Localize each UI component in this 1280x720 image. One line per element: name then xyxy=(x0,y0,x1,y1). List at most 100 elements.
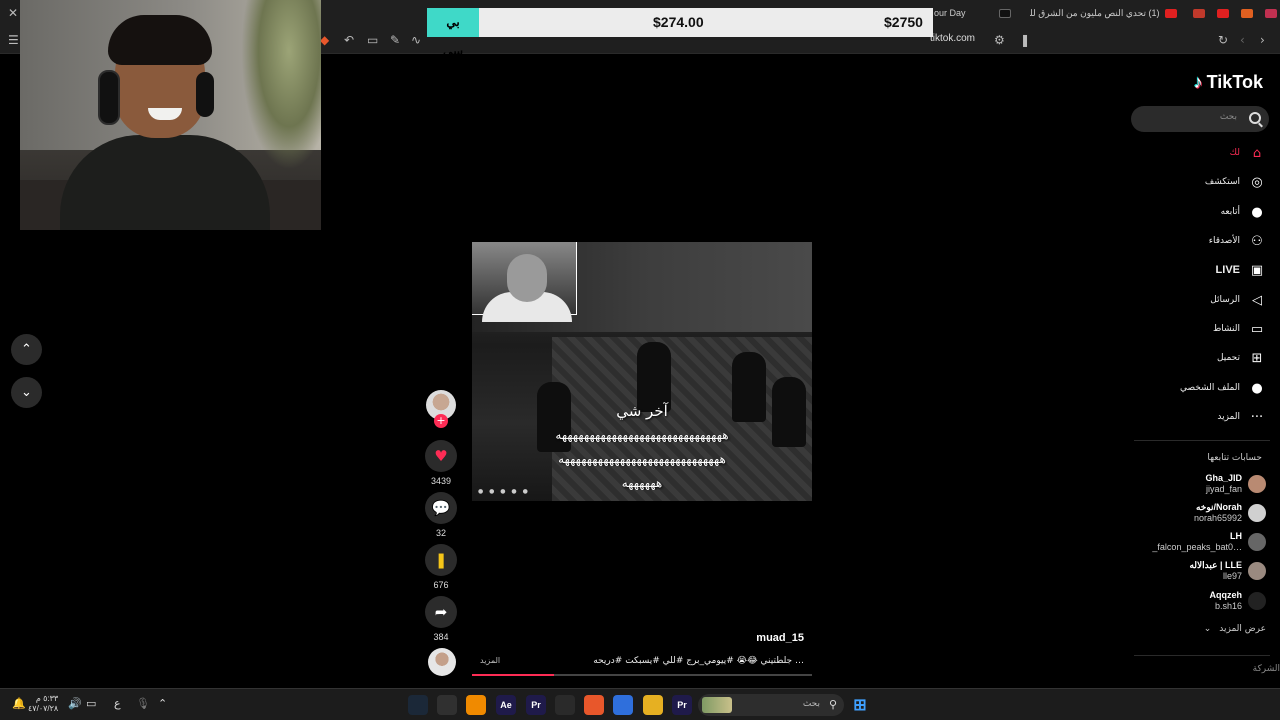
pinned-tab-icon-3[interactable] xyxy=(1265,9,1277,18)
obs-icon[interactable] xyxy=(437,695,457,715)
video-player[interactable]: آخر شي ههههههههههههههههههههههههههههههه ه… xyxy=(472,242,812,501)
brave-shield-icon[interactable]: ◆ xyxy=(320,33,329,47)
tab-our-day[interactable]: our Day xyxy=(934,4,999,23)
sidebar-item-2[interactable]: ● أتابعه xyxy=(1221,202,1266,222)
account-handle: b.sh16 xyxy=(1214,601,1242,611)
video-progress-fill xyxy=(472,674,554,676)
sidebar-item-label: الملف الشخصي xyxy=(1180,383,1240,393)
menu-icon[interactable]: ☰ xyxy=(8,33,19,47)
address-bar-url[interactable]: tiktok.com xyxy=(930,33,975,44)
undo-icon[interactable]: ↶ xyxy=(344,33,354,47)
headset-icon xyxy=(98,70,120,125)
next-video-button[interactable]: ⌄ xyxy=(11,377,42,408)
sidebar-item-4[interactable]: ▣ LIVE xyxy=(1216,260,1266,280)
premiere-2-icon[interactable]: Pr xyxy=(672,695,692,715)
search-icon[interactable] xyxy=(1249,112,1261,124)
save-button[interactable]: ❚ xyxy=(425,544,457,576)
sidebar-item-5[interactable]: ◁ الرسائل xyxy=(1210,290,1266,310)
following-account[interactable]: عبدالاله | LLE lle97 xyxy=(1189,558,1266,584)
ticker-badge: بي سي جديد xyxy=(427,8,479,87)
reload-icon[interactable]: ↻ xyxy=(1218,33,1228,47)
chevron-up-icon: ⌃ xyxy=(21,342,32,357)
pinned-tab-icon[interactable] xyxy=(1193,9,1205,18)
show-more-button[interactable]: عرض المزيد ⌄ xyxy=(1204,624,1266,634)
steam-icon[interactable] xyxy=(408,695,428,715)
pinned-tab-icon-2[interactable] xyxy=(1241,9,1253,18)
ticker-price-left: $274.00 xyxy=(653,14,704,30)
bookmark-icon[interactable]: ❚ xyxy=(1020,33,1030,47)
previous-video-button[interactable]: ⌃ xyxy=(11,334,42,365)
store-icon[interactable] xyxy=(613,695,633,715)
system-clock[interactable]: ٥:٣٣ م ٤٧/٠٧/٢٨ xyxy=(28,694,58,714)
account-name: Aqqzeh xyxy=(1209,590,1243,600)
taskbar-search[interactable]: بحث ⚲ xyxy=(698,694,844,716)
divider xyxy=(1134,440,1270,441)
sidebar-item-8[interactable]: ● الملف الشخصي xyxy=(1180,378,1266,398)
upload-plus-icon: ⊞ xyxy=(1251,350,1263,366)
bookmark-icon: ❚ xyxy=(434,551,448,569)
avatar xyxy=(1248,562,1266,580)
share-count: 384 xyxy=(433,632,449,642)
close-icon[interactable]: ✕ xyxy=(8,6,18,20)
youtube-favicon-icon xyxy=(1165,9,1177,19)
search-input[interactable]: بحث xyxy=(1131,106,1269,132)
video-username[interactable]: muad_15 xyxy=(756,632,804,644)
vlc-icon[interactable] xyxy=(466,695,486,715)
following-account[interactable]: Gha_JID jiyad_fan xyxy=(1205,471,1266,497)
tiktok-logo[interactable]: ♪ TikTok xyxy=(1194,72,1263,93)
microphone-icon[interactable]: 🎙 xyxy=(136,697,150,710)
after-effects-icon[interactable]: Ae xyxy=(496,695,516,715)
account-name: LH xyxy=(1230,531,1242,541)
premiere-icon[interactable]: Pr xyxy=(526,695,546,715)
network-icon[interactable]: ▭ xyxy=(86,697,96,710)
input-language[interactable]: ع xyxy=(114,697,121,710)
following-account[interactable]: Aqqzeh b.sh16 xyxy=(1209,588,1266,614)
comment-button[interactable]: 💬 xyxy=(425,492,457,524)
chrome-icon[interactable] xyxy=(555,695,575,715)
sidebar-item-1[interactable]: ◎ استكشف xyxy=(1205,172,1266,192)
back-icon[interactable]: › xyxy=(1260,33,1265,47)
profile-avatar-icon: ● xyxy=(1251,380,1263,396)
account-handle: _falcon_peaks_bat0… xyxy=(1152,542,1242,552)
follow-plus-button[interactable]: + xyxy=(434,414,448,428)
divider xyxy=(1134,655,1270,656)
account-handle: lle97 xyxy=(1222,571,1242,581)
sidebar-item-6[interactable]: ▭ النشاط xyxy=(1213,319,1266,339)
tab-tiktok[interactable] xyxy=(996,4,1020,23)
brave-icon[interactable] xyxy=(584,695,604,715)
sidebar-item-label: استكشف xyxy=(1204,177,1240,187)
following-account[interactable]: LH _falcon_peaks_bat0… xyxy=(1152,529,1266,555)
caption-more-link[interactable]: المزيد xyxy=(480,656,500,665)
folder-icon[interactable] xyxy=(643,695,663,715)
sidebar-item-9[interactable]: ··· المزيد xyxy=(1217,407,1266,427)
tray-overflow-icon[interactable]: ⌃ xyxy=(158,697,167,710)
video-laugh-line: هههههههههههههههههههههههههههههه xyxy=(558,452,727,466)
tab-youtube-active[interactable]: (1) تحدي النص مليون من الشرق للغرب… xyxy=(1030,4,1180,23)
chevron-down-icon: ⌄ xyxy=(1203,624,1212,634)
notification-bell-icon[interactable]: 🔔 xyxy=(12,697,26,710)
windows-start-icon[interactable]: ⊞ xyxy=(850,695,870,715)
site-settings-icon[interactable]: ⚙ xyxy=(994,33,1005,47)
sidebar-item-7[interactable]: ⊞ تحميل xyxy=(1217,348,1266,368)
sidebar-item-label: النشاط xyxy=(1212,324,1240,334)
avatar xyxy=(1248,475,1266,493)
video-facecam xyxy=(472,242,577,322)
volume-icon[interactable]: 🔊 xyxy=(68,697,82,710)
forward-icon[interactable]: ‹ xyxy=(1240,33,1245,47)
game-hud-icons: ● ● ● ● ● xyxy=(478,488,530,495)
company-link[interactable]: الشركة xyxy=(1253,664,1280,674)
wave-icon[interactable]: ∿ xyxy=(411,33,421,47)
youtube-pinned-icon[interactable] xyxy=(1217,9,1229,18)
screen-icon[interactable]: ▭ xyxy=(367,33,378,47)
compass-icon: ◎ xyxy=(1251,174,1263,190)
activity-icon: ▭ xyxy=(1250,321,1264,337)
following-account[interactable]: نوخه/Norah norah65992 xyxy=(1194,500,1266,526)
video-progress-bar[interactable] xyxy=(472,674,812,676)
sidebar-item-3[interactable]: ⚇ الأصدقاء xyxy=(1209,231,1266,251)
share-arrow-icon: ➦ xyxy=(434,603,448,621)
like-button[interactable]: ♥ xyxy=(425,440,457,472)
share-button[interactable]: ➦ xyxy=(425,596,457,628)
pen-icon[interactable]: ✎ xyxy=(390,33,400,47)
music-disc-avatar[interactable] xyxy=(428,648,456,676)
sidebar-item-0[interactable]: ⌂ لك xyxy=(1230,143,1266,163)
